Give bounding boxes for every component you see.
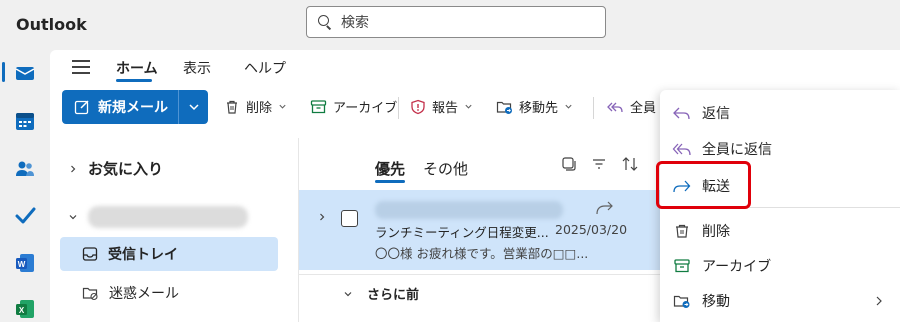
ribbon-tabs: ホーム 表示 ヘルプ: [50, 50, 900, 86]
report-button[interactable]: 報告: [410, 97, 473, 116]
archive-icon: [672, 258, 692, 274]
reply-all-button[interactable]: 全員: [606, 97, 656, 116]
svg-text:W: W: [18, 260, 26, 269]
reply-all-icon: [606, 99, 624, 115]
search-box[interactable]: 検索: [306, 6, 606, 38]
folder-pane: お気に入り 受信トレイ 迷惑メール: [50, 138, 298, 322]
forwarded-icon: [595, 200, 615, 216]
new-mail-button[interactable]: 新規メール: [62, 90, 208, 124]
search-input[interactable]: 検索: [341, 12, 369, 32]
chevron-down-icon: [464, 102, 473, 111]
search-icon: [317, 14, 333, 30]
menu-item-move[interactable]: 移動: [660, 284, 900, 318]
chevron-right-icon[interactable]: [317, 212, 327, 222]
chevron-down-icon: [278, 102, 287, 111]
folder-junk[interactable]: 迷惑メール: [60, 276, 278, 310]
folder-inbox[interactable]: 受信トレイ: [60, 237, 278, 271]
group-header[interactable]: さらに前: [343, 284, 419, 303]
chevron-down-icon: [68, 212, 78, 222]
toolbar-divider: [593, 97, 594, 119]
account-header[interactable]: [68, 206, 248, 228]
menu-item-move-label: 移動: [702, 294, 730, 310]
delete-label: 削除: [246, 101, 273, 116]
archive-label: アーカイブ: [333, 101, 398, 116]
mail-icon[interactable]: [12, 60, 38, 86]
tab-home[interactable]: ホーム: [116, 58, 158, 78]
menu-item-archive-label: アーカイブ: [702, 259, 772, 275]
account-name-redacted: [88, 206, 248, 228]
group-header-label: さらに前: [367, 288, 420, 303]
chevron-right-icon: [874, 295, 884, 307]
chevron-down-icon: [564, 102, 573, 111]
menu-item-archive[interactable]: アーカイブ: [660, 249, 900, 283]
archive-icon: [310, 99, 327, 115]
archive-button[interactable]: アーカイブ: [310, 97, 397, 116]
message-subject: ランチミーティング日程変更...: [375, 225, 549, 240]
message-date: 2025/03/20: [555, 222, 628, 237]
excel-icon[interactable]: X: [12, 296, 38, 322]
report-label: 報告: [432, 101, 459, 116]
shield-icon: [410, 99, 426, 115]
svg-text:X: X: [19, 306, 25, 315]
app-rail: W X: [0, 50, 50, 322]
list-tab-indicator: [375, 180, 405, 183]
tab-other[interactable]: その他: [423, 158, 468, 179]
move-button[interactable]: 移動先: [496, 97, 573, 116]
new-mail-label: 新規メール: [98, 100, 168, 116]
menu-item-delete-label: 削除: [702, 224, 730, 240]
title-bar: Outlook 検索: [0, 0, 900, 50]
word-icon[interactable]: W: [12, 250, 38, 276]
forward-highlight-box: [656, 161, 751, 209]
menu-item-reply-label: 返信: [702, 106, 730, 122]
move-label: 移動先: [519, 101, 559, 116]
list-actions: [561, 156, 639, 172]
reply-all-icon: [672, 141, 692, 157]
message-preview: 〇〇様 お疲れ様です。営業部の□□...: [375, 246, 589, 261]
message-row[interactable]: ランチミーティング日程変更... 2025/03/20 〇〇様 お疲れ様です。営…: [299, 190, 661, 270]
menu-item-delete[interactable]: 削除: [660, 214, 900, 248]
folder-move-icon: [672, 293, 692, 309]
trash-icon: [224, 99, 240, 115]
inbox-icon: [82, 246, 98, 262]
todo-icon[interactable]: [12, 202, 38, 228]
favorites-header[interactable]: お気に入り: [68, 158, 163, 179]
sender-redacted: [375, 201, 563, 219]
compose-icon: [74, 99, 90, 115]
toolbar-divider: [398, 97, 399, 119]
select-icon[interactable]: [561, 156, 577, 172]
sort-icon[interactable]: [621, 156, 639, 172]
reply-all-label: 全員: [630, 101, 657, 116]
junk-folder-icon: [82, 285, 99, 301]
tab-focused[interactable]: 優先: [375, 158, 405, 179]
chevron-down-icon: [343, 289, 353, 299]
trash-icon: [672, 223, 692, 239]
menu-icon[interactable]: [72, 60, 90, 74]
calendar-icon[interactable]: [12, 108, 38, 134]
delete-button[interactable]: 削除: [224, 97, 287, 116]
favorites-label: お気に入り: [88, 160, 164, 178]
filter-icon[interactable]: [591, 156, 607, 172]
rail-active-indicator: [2, 62, 5, 82]
message-checkbox[interactable]: [341, 210, 358, 227]
folder-inbox-label: 受信トレイ: [108, 247, 178, 263]
tab-help[interactable]: ヘルプ: [244, 58, 286, 78]
reply-icon: [672, 105, 692, 121]
people-icon[interactable]: [12, 156, 38, 182]
folder-move-icon: [496, 99, 513, 115]
chevron-right-icon: [68, 164, 78, 174]
new-mail-dropdown[interactable]: [179, 90, 208, 124]
chevron-down-icon: [188, 101, 200, 113]
folder-junk-label: 迷惑メール: [109, 286, 179, 302]
new-mail-main[interactable]: 新規メール: [62, 90, 178, 124]
app-title: Outlook: [16, 15, 87, 34]
menu-item-reply[interactable]: 返信: [660, 96, 900, 130]
list-divider: [299, 274, 661, 275]
tab-active-indicator: [116, 79, 152, 82]
tab-view[interactable]: 表示: [183, 58, 211, 78]
message-list: 優先 その他 ランチミーティング日程変更... 2025/03/20 〇〇様 お…: [298, 138, 661, 322]
menu-item-reply-all-label: 全員に返信: [702, 142, 772, 158]
